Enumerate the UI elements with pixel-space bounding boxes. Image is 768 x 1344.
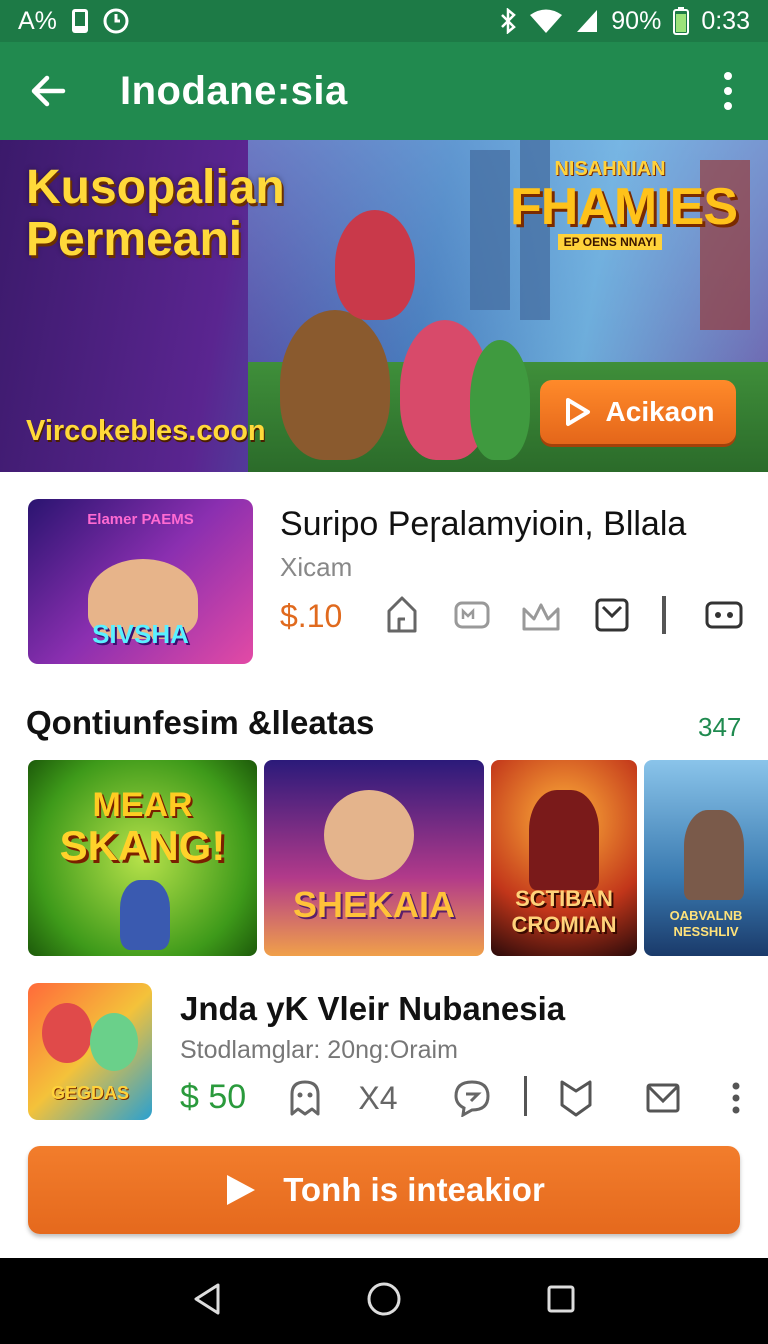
item2-count[interactable]: X4 bbox=[350, 1078, 406, 1118]
game-logo-main: FHAMIES bbox=[510, 178, 738, 236]
item1-thumb-text-bottom: SIVSHA bbox=[92, 619, 189, 649]
play-icon bbox=[565, 398, 590, 426]
banner-cta-button[interactable]: Acikaon bbox=[540, 380, 736, 444]
primary-cta-label: Tonh is inteakior bbox=[283, 1171, 545, 1208]
gallery-character bbox=[324, 790, 414, 880]
gallery-item-3-label: SCTIBAN CROMIAN bbox=[511, 886, 617, 937]
more-vert-icon bbox=[724, 72, 732, 110]
promo-banner[interactable]: Kusopalian Permeani Vircokebles.coon NIS… bbox=[0, 140, 768, 472]
banner-headline-line1: Kusopalian bbox=[26, 161, 285, 214]
thumb-character bbox=[90, 1013, 138, 1071]
ghost-icon[interactable] bbox=[286, 1078, 324, 1118]
gallery-item-4-label: OABVALNB NESSHLIV bbox=[669, 908, 743, 939]
item2-title[interactable]: Jnda yK Vleir Nubanesia bbox=[180, 990, 565, 1028]
battery-icon bbox=[673, 7, 690, 35]
item1-thumbnail[interactable]: Elamer PAEMS SIVSHA bbox=[28, 499, 253, 664]
gallery-character bbox=[684, 810, 744, 900]
bookmark-icon[interactable] bbox=[593, 596, 631, 634]
wifi-icon bbox=[529, 8, 563, 34]
gallery-item-2[interactable]: SHEKAIA bbox=[264, 760, 484, 956]
bear-character bbox=[280, 310, 390, 460]
section-count: 347 bbox=[698, 712, 742, 742]
divider bbox=[524, 1076, 527, 1116]
nav-home-icon[interactable] bbox=[366, 1281, 402, 1322]
nav-recents-icon[interactable] bbox=[546, 1284, 576, 1319]
crown-icon[interactable] bbox=[520, 598, 562, 634]
shield-icon[interactable] bbox=[556, 1078, 596, 1118]
app-title: Inodane:sia bbox=[120, 68, 348, 113]
item1-thumb-text-top: Elamer PAEMS bbox=[87, 511, 194, 528]
item2-thumbnail[interactable]: GEGDAS bbox=[28, 983, 152, 1120]
gallery-item-4[interactable]: OABVALNB NESSHLIV bbox=[644, 760, 768, 956]
section-title: Qontiunfesim &lleatas bbox=[26, 704, 375, 741]
gallery-item-1-label-top: MEAR bbox=[92, 786, 193, 824]
primary-cta-button[interactable]: Tonh is inteakior bbox=[28, 1146, 740, 1234]
battery-percent: 90% bbox=[611, 6, 662, 35]
nav-back-icon[interactable] bbox=[192, 1282, 222, 1321]
divider bbox=[662, 596, 666, 634]
phone-icon bbox=[71, 8, 89, 34]
item2-subtitle: Stodlamglar: 20ng:Oraim bbox=[180, 1036, 458, 1064]
mail-icon[interactable] bbox=[644, 1080, 682, 1116]
controller-icon[interactable] bbox=[704, 600, 744, 630]
status-bar: A% 90% 0:33 bbox=[0, 0, 768, 42]
banner-cta-label: Acikaon bbox=[605, 396, 715, 427]
gallery-item-1-label: SKANG! bbox=[59, 822, 226, 869]
more-options-button[interactable] bbox=[698, 42, 758, 140]
back-arrow-icon bbox=[31, 75, 66, 107]
fox-character bbox=[335, 210, 415, 320]
item1-price: $.10 bbox=[280, 598, 343, 634]
banner-headline: Kusopalian Permeani bbox=[26, 162, 285, 266]
gallery-character bbox=[529, 790, 599, 890]
gallery-item-2-label: SHEKAIA bbox=[292, 884, 456, 925]
gallery-item-3[interactable]: SCTIBAN CROMIAN bbox=[491, 760, 637, 956]
app-bar: Inodane:sia bbox=[0, 42, 768, 140]
play-icon bbox=[227, 1175, 256, 1205]
item2-price: $ 50 bbox=[180, 1078, 247, 1116]
section-see-all[interactable]: 347 bbox=[698, 712, 741, 743]
banner-characters-illustration bbox=[250, 210, 530, 472]
signal-icon bbox=[575, 8, 599, 34]
game-logo-sub: EP OENS NNAYI bbox=[557, 234, 663, 250]
boy-character bbox=[470, 340, 530, 460]
clock-time: 0:33 bbox=[701, 6, 750, 35]
home-icon[interactable] bbox=[382, 594, 422, 634]
gamepad-icon[interactable] bbox=[452, 598, 492, 634]
system-nav-bar bbox=[0, 1258, 768, 1344]
thumb-character bbox=[42, 1003, 92, 1063]
item2-thumb-text: GEGDAS bbox=[50, 1083, 129, 1103]
gallery-item-1[interactable]: MEAR SKANG! bbox=[28, 760, 257, 956]
clock-icon bbox=[103, 8, 129, 34]
item1-title[interactable]: Suripo Peɼalamyioin, Bllala bbox=[280, 505, 686, 544]
chat-icon[interactable] bbox=[452, 1078, 492, 1118]
back-button[interactable] bbox=[0, 42, 96, 140]
status-left-text: A% bbox=[18, 6, 57, 35]
item1-subtitle: Xicam bbox=[280, 552, 353, 582]
game-logo: NISAHNIAN FHAMIES EP OENS NNAYI bbox=[510, 158, 738, 251]
banner-headline-line2: Permeani bbox=[26, 213, 243, 266]
banner-site: Vircokebles.coon bbox=[26, 415, 266, 447]
more-vert-icon[interactable] bbox=[726, 1078, 746, 1118]
bluetooth-icon bbox=[499, 8, 517, 34]
gallery-character bbox=[120, 880, 170, 950]
